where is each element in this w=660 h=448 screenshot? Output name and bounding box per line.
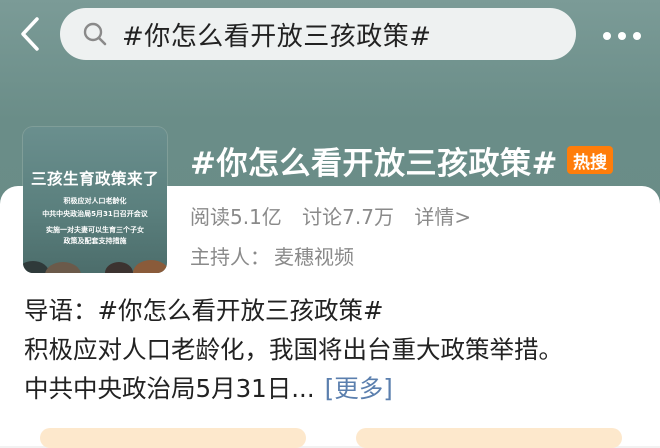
topic-stats-row: 阅读5.1亿 讨论7.7万 详情> — [190, 201, 485, 230]
intro-line-last: 中共中央政治局5月31日... [更多] — [24, 369, 644, 408]
action-button-left[interactable] — [40, 428, 306, 448]
host-label: 主持人： — [190, 245, 270, 269]
cover-line: 中共中央政治局5月31日召开会议 — [42, 210, 148, 218]
topic-cover-image[interactable]: 三孩生育政策来了 积极应对人口老龄化 中共中央政治局5月31日召开会议 实施一对… — [23, 127, 167, 273]
details-link[interactable]: 详情> — [414, 205, 471, 229]
host-row: 主持人： 麦穗视频 — [190, 241, 354, 270]
cover-line: 政策及配套支持措施 — [63, 237, 127, 245]
topic-intro: 导语：#你怎么看开放三孩政策# 积极应对人口老龄化，我国将出台重大政策举措。 中… — [24, 291, 644, 408]
search-query-text: #你怎么看开放三孩政策# — [122, 21, 432, 52]
intro-line: 积极应对人口老龄化，我国将出台重大政策举措。 — [24, 335, 563, 364]
hot-search-badge: 热搜 — [567, 146, 613, 174]
topic-title: #你怎么看开放三孩政策# — [190, 146, 558, 182]
cover-figures-illustration — [23, 260, 167, 273]
intro-line: 导语：#你怎么看开放三孩政策# — [24, 296, 384, 325]
cover-line: 实施一对夫妻可以生育三个子女 — [46, 226, 144, 234]
more-dots-icon — [603, 32, 641, 40]
discussion-count: 讨论7.7万 — [302, 205, 394, 229]
more-link[interactable]: [更多] — [325, 374, 393, 403]
cover-line: 积极应对人口老龄化 — [63, 197, 127, 205]
cover-title: 三孩生育政策来了 — [30, 170, 159, 188]
back-arrow-icon — [21, 17, 39, 51]
host-name-link[interactable]: 麦穗视频 — [274, 245, 354, 269]
more-options-button[interactable] — [602, 16, 642, 56]
search-input[interactable]: #你怎么看开放三孩政策# — [60, 8, 576, 60]
read-count: 阅读5.1亿 — [190, 205, 282, 229]
back-button[interactable] — [10, 12, 50, 56]
intro-line-text: 中共中央政治局5月31日... — [24, 374, 315, 403]
search-icon — [82, 21, 108, 47]
action-button-right[interactable] — [356, 428, 622, 448]
